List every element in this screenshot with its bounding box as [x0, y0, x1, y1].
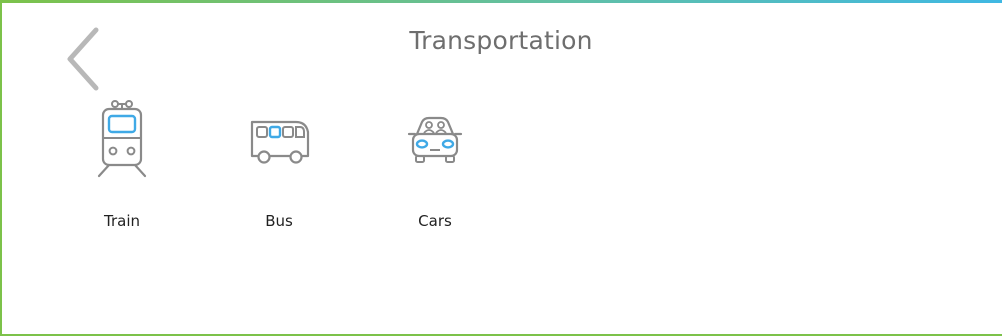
top-accent-stripe: [0, 0, 1002, 3]
bus-icon: [229, 96, 329, 186]
tile-label-train: Train: [104, 212, 140, 230]
tile-label-cars: Cars: [418, 212, 452, 230]
tile-label-bus: Bus: [265, 212, 293, 230]
tile-train[interactable]: Train: [72, 96, 172, 246]
car-icon: [385, 96, 485, 186]
page-title: Transportation: [409, 26, 593, 55]
tile-bus[interactable]: Bus: [229, 96, 329, 246]
train-icon: [72, 96, 172, 186]
tile-cars[interactable]: Cars: [385, 96, 485, 246]
